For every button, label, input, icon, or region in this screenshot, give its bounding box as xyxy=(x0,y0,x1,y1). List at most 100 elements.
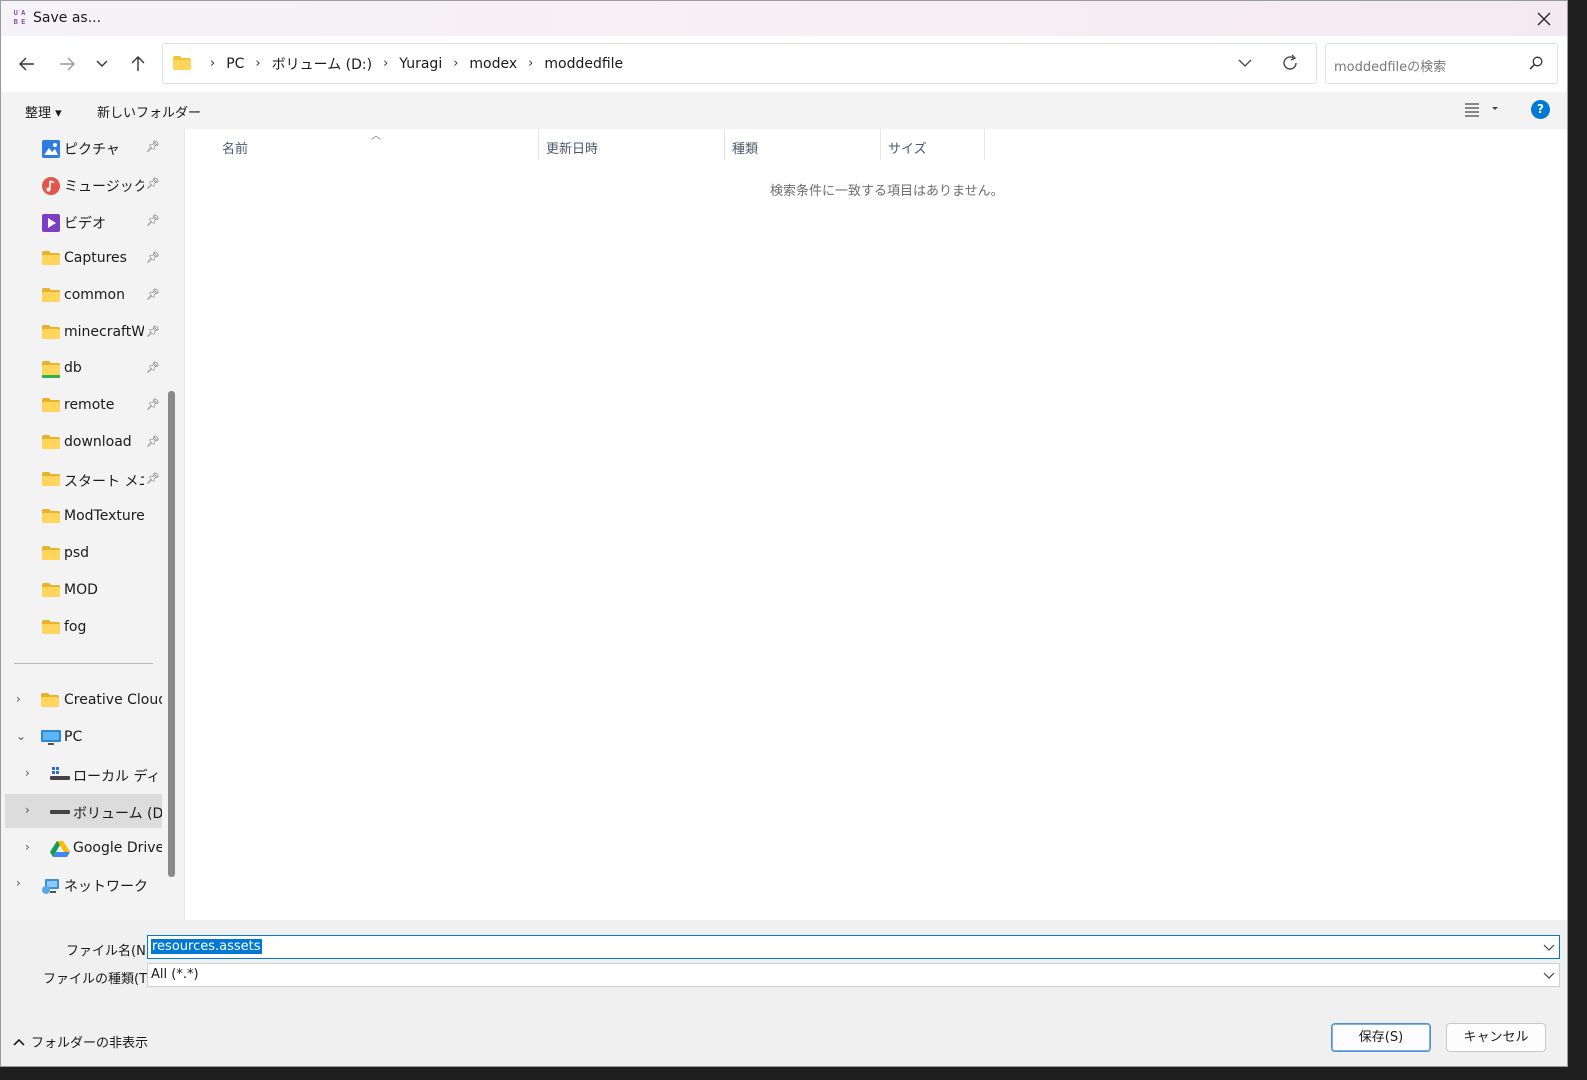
sidebar-item-label: ピクチャ xyxy=(64,142,120,158)
sidebar-item-quick-3[interactable]: Captures 📌︎ xyxy=(1,241,163,275)
sidebar-item-quick-9[interactable]: スタート メニュー📌︎ xyxy=(1,462,163,496)
chevron-right-icon[interactable]: › xyxy=(16,692,21,706)
back-button[interactable] xyxy=(12,49,42,79)
chevron-right-icon[interactable]: › xyxy=(25,766,30,780)
column-header-modified[interactable]: 更新日時 xyxy=(546,138,598,157)
sidebar-item-quick-8[interactable]: download 📌︎ xyxy=(1,425,163,459)
save-form: ファイル名(N): resources.assets ファイルの種類(T): A… xyxy=(1,920,1567,1066)
filename-label: ファイル名(N): xyxy=(66,944,156,959)
sidebar-tree-item-3[interactable]: › ボリューム (D:) xyxy=(5,794,162,828)
pin-icon[interactable]: 📌︎ xyxy=(146,472,160,485)
save-button[interactable]: 保存(S) xyxy=(1331,1023,1431,1052)
breadcrumb-modex[interactable]: modex xyxy=(469,56,517,72)
refresh-icon xyxy=(1283,54,1297,70)
navigation-scrollbar[interactable] xyxy=(168,391,175,877)
sidebar-item-quick-0[interactable]: ピクチャ 📌︎ xyxy=(1,130,163,164)
chevron-down-icon[interactable] xyxy=(1543,968,1555,982)
column-header-type[interactable]: 種類 xyxy=(732,138,758,157)
file-list: ︿ 名前 更新日時 種類 サイズ 検索条件に一致する項目はありません。 xyxy=(184,129,1567,920)
filetype-label: ファイルの種類(T): xyxy=(43,972,157,987)
address-history-button[interactable] xyxy=(1238,54,1252,76)
column-header-name[interactable]: 名前 xyxy=(222,138,248,157)
sidebar-item-quick-5[interactable]: minecraftWorl📌︎ xyxy=(1,315,163,349)
sidebar-item-label: ミュージック xyxy=(64,178,144,195)
filetype-select[interactable]: All (*.*) xyxy=(147,963,1560,987)
sidebar-item-quick-2[interactable]: ビデオ 📌︎ xyxy=(1,204,163,238)
filename-value[interactable]: resources.assets xyxy=(151,939,262,954)
close-icon xyxy=(1537,12,1551,25)
sidebar-item-quick-12[interactable]: MOD xyxy=(1,573,163,607)
view-options-button[interactable] xyxy=(1461,101,1501,121)
pin-icon[interactable]: 📌︎ xyxy=(146,288,160,301)
filename-field[interactable]: resources.assets xyxy=(147,935,1560,959)
folder-icon xyxy=(42,472,60,487)
sidebar-divider xyxy=(14,663,153,664)
navigation-pane: ピクチャ 📌︎ ミュージック 📌︎ ビデオ 📌︎ Captures 📌︎ common 📌︎ min… xyxy=(1,129,167,920)
sidebar-tree-item-4[interactable]: › Google Drive (G:) xyxy=(1,831,163,865)
sidebar-item-quick-1[interactable]: ミュージック 📌︎ xyxy=(1,167,163,201)
folder-icon xyxy=(42,250,60,266)
breadcrumb-pc[interactable]: PC xyxy=(226,56,244,72)
sidebar-item-label: remote xyxy=(64,397,115,414)
pin-icon[interactable]: 📌︎ xyxy=(146,398,160,411)
up-button[interactable] xyxy=(123,49,153,79)
breadcrumb-moddedfile[interactable]: moddedfile xyxy=(544,56,623,72)
sidebar-item-quick-7[interactable]: remote 📌︎ xyxy=(1,388,163,422)
sidebar-item-label: Captures xyxy=(64,249,127,266)
sidebar-item-quick-6[interactable]: db 📌︎ xyxy=(1,351,163,385)
chevron-right-icon[interactable]: › xyxy=(16,876,21,890)
help-icon: ? xyxy=(1537,102,1544,116)
pin-icon[interactable]: 📌︎ xyxy=(146,435,160,448)
folder-icon xyxy=(42,435,60,450)
google-drive-icon xyxy=(50,841,70,857)
search-box[interactable]: moddedfileの検索 xyxy=(1325,43,1558,84)
sidebar-item-quick-10[interactable]: ModTexture xyxy=(1,499,163,533)
music-icon xyxy=(42,176,60,195)
sidebar-item-label: fog xyxy=(64,618,87,635)
search-input[interactable]: moddedfileの検索 xyxy=(1334,56,1446,75)
address-bar[interactable]: › PC › ボリューム (D:) › Yuragi › modex › mod… xyxy=(162,43,1317,84)
chevron-right-icon[interactable]: › xyxy=(25,803,30,817)
pin-icon[interactable]: 📌︎ xyxy=(146,140,160,153)
folder-icon xyxy=(42,509,60,524)
new-folder-button[interactable]: 新しいフォルダー xyxy=(97,102,201,121)
column-divider[interactable] xyxy=(724,129,725,160)
help-button[interactable]: ? xyxy=(1531,100,1550,119)
column-divider[interactable] xyxy=(538,129,539,160)
pin-icon[interactable]: 📌︎ xyxy=(146,325,160,338)
chevron-down-icon[interactable]: ⌄ xyxy=(16,729,26,743)
sidebar-tree-item-0[interactable]: › Creative Cloud Files xyxy=(1,683,163,717)
close-button[interactable] xyxy=(1521,1,1567,36)
hide-folders-toggle[interactable]: フォルダーの非表示 xyxy=(13,1032,148,1051)
refresh-button[interactable] xyxy=(1281,53,1299,77)
filetype-value: All (*.*) xyxy=(151,967,199,982)
sidebar-item-quick-4[interactable]: common 📌︎ xyxy=(1,278,163,312)
sidebar-tree-item-5[interactable]: › ネットワーク xyxy=(1,867,163,901)
sidebar-item-label: ModTexture xyxy=(64,508,144,524)
breadcrumb-volume-d[interactable]: ボリューム (D:) xyxy=(272,54,372,74)
cancel-button[interactable]: キャンセル xyxy=(1446,1023,1546,1052)
pin-icon[interactable]: 📌︎ xyxy=(146,361,160,374)
breadcrumb: › PC › ボリューム (D:) › Yuragi › modex › mod… xyxy=(210,54,624,74)
breadcrumb-yuragi[interactable]: Yuragi xyxy=(399,56,442,72)
folder-icon xyxy=(173,56,191,70)
folder-icon xyxy=(42,582,60,598)
sidebar-tree-item-2[interactable]: › ローカル ディスク (C:) xyxy=(1,757,163,791)
network-icon xyxy=(41,877,59,894)
organize-menu[interactable]: 整理 ▾ xyxy=(25,102,62,121)
chevron-down-icon[interactable] xyxy=(1543,940,1555,954)
empty-message: 検索条件に一致する項目はありません。 xyxy=(770,184,1004,199)
pin-icon[interactable]: 📌︎ xyxy=(146,214,160,227)
sidebar-item-quick-11[interactable]: psd xyxy=(1,536,163,570)
column-divider[interactable] xyxy=(984,129,985,160)
column-divider[interactable] xyxy=(880,129,881,160)
sidebar-tree-item-1[interactable]: ⌄ PC xyxy=(1,720,163,754)
column-header-size[interactable]: サイズ xyxy=(888,138,927,157)
pin-icon[interactable]: 📌︎ xyxy=(146,251,160,264)
recent-locations-button[interactable] xyxy=(87,49,117,79)
pin-icon[interactable]: 📌︎ xyxy=(146,177,160,190)
chevron-right-icon[interactable]: › xyxy=(25,840,30,854)
sidebar-item-label: download xyxy=(64,434,132,451)
sidebar-item-quick-13[interactable]: fog xyxy=(1,610,163,644)
forward-button[interactable] xyxy=(52,49,82,79)
